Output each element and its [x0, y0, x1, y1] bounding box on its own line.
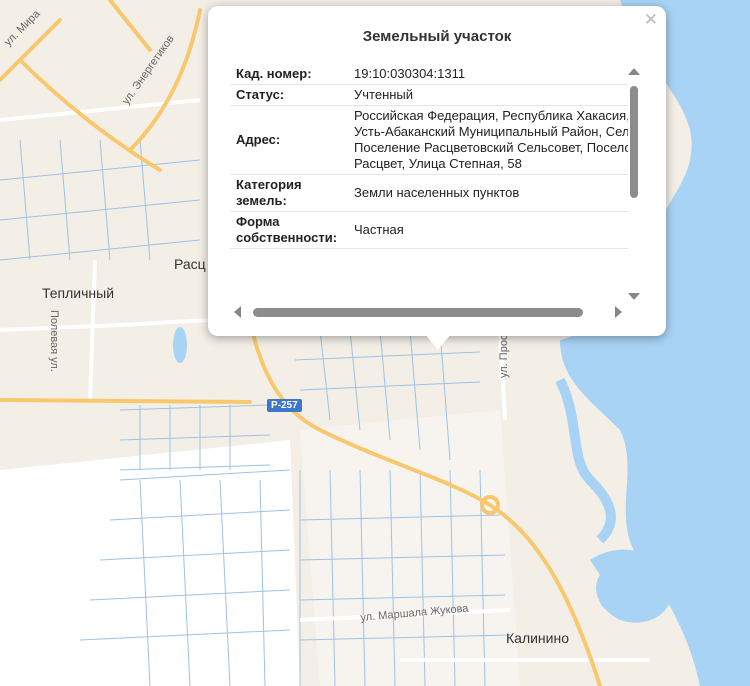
vertical-scroll-thumb[interactable]: [630, 86, 638, 198]
popup-pointer: [425, 334, 451, 350]
horizontal-scrollbar[interactable]: [234, 306, 622, 318]
close-icon[interactable]: ✕: [644, 10, 658, 30]
vertical-scrollbar[interactable]: [628, 68, 640, 300]
street-label-polevaya: Полевая ул.: [48, 310, 60, 372]
ownership-form-label: Форма собственности:: [230, 211, 346, 249]
status-label: Статус:: [230, 84, 346, 106]
horizontal-scroll-thumb[interactable]: [253, 308, 583, 317]
parcel-info-popup: ✕ Земельный участок Кад. номер: 19:10:03…: [208, 6, 666, 336]
address-value: Российская Федерация, Республика Хакасия…: [346, 105, 628, 175]
info-scroll-area[interactable]: Кад. номер: 19:10:030304:1311 Статус: Уч…: [230, 64, 628, 300]
town-label-kalinino: Калинино: [506, 630, 569, 646]
scroll-left-icon[interactable]: [234, 306, 241, 318]
table-row: Адрес: Российская Федерация, Республика …: [230, 105, 628, 175]
cadastral-number-label: Кад. номер:: [230, 64, 346, 85]
road-shield-r257: Р-257: [267, 399, 302, 412]
street-label-prosp: ул. Прос: [498, 334, 510, 378]
town-label-teplichny: Тепличный: [42, 285, 115, 301]
status-value: Учтенный: [346, 84, 628, 106]
scroll-down-icon[interactable]: [628, 293, 640, 300]
cadastral-number-value: 19:10:030304:1311: [346, 64, 628, 85]
land-category-label: Категория земель:: [230, 174, 346, 212]
table-row: Категория земель: Земли населенных пункт…: [230, 174, 628, 212]
table-row: Статус: Учтенный: [230, 84, 628, 106]
land-category-value: Земли населенных пунктов: [346, 174, 628, 212]
popup-title: Земельный участок: [362, 28, 512, 45]
table-row: Форма собственности: Частная: [230, 211, 628, 249]
address-label: Адрес:: [230, 105, 346, 175]
ownership-form-value: Частная: [346, 211, 628, 249]
table-row: Кад. номер: 19:10:030304:1311: [230, 64, 628, 85]
scroll-up-icon[interactable]: [628, 68, 640, 75]
info-table: Кад. номер: 19:10:030304:1311 Статус: Уч…: [230, 64, 628, 249]
scroll-right-icon[interactable]: [615, 306, 622, 318]
town-label-rascvet: Расц: [174, 256, 206, 272]
